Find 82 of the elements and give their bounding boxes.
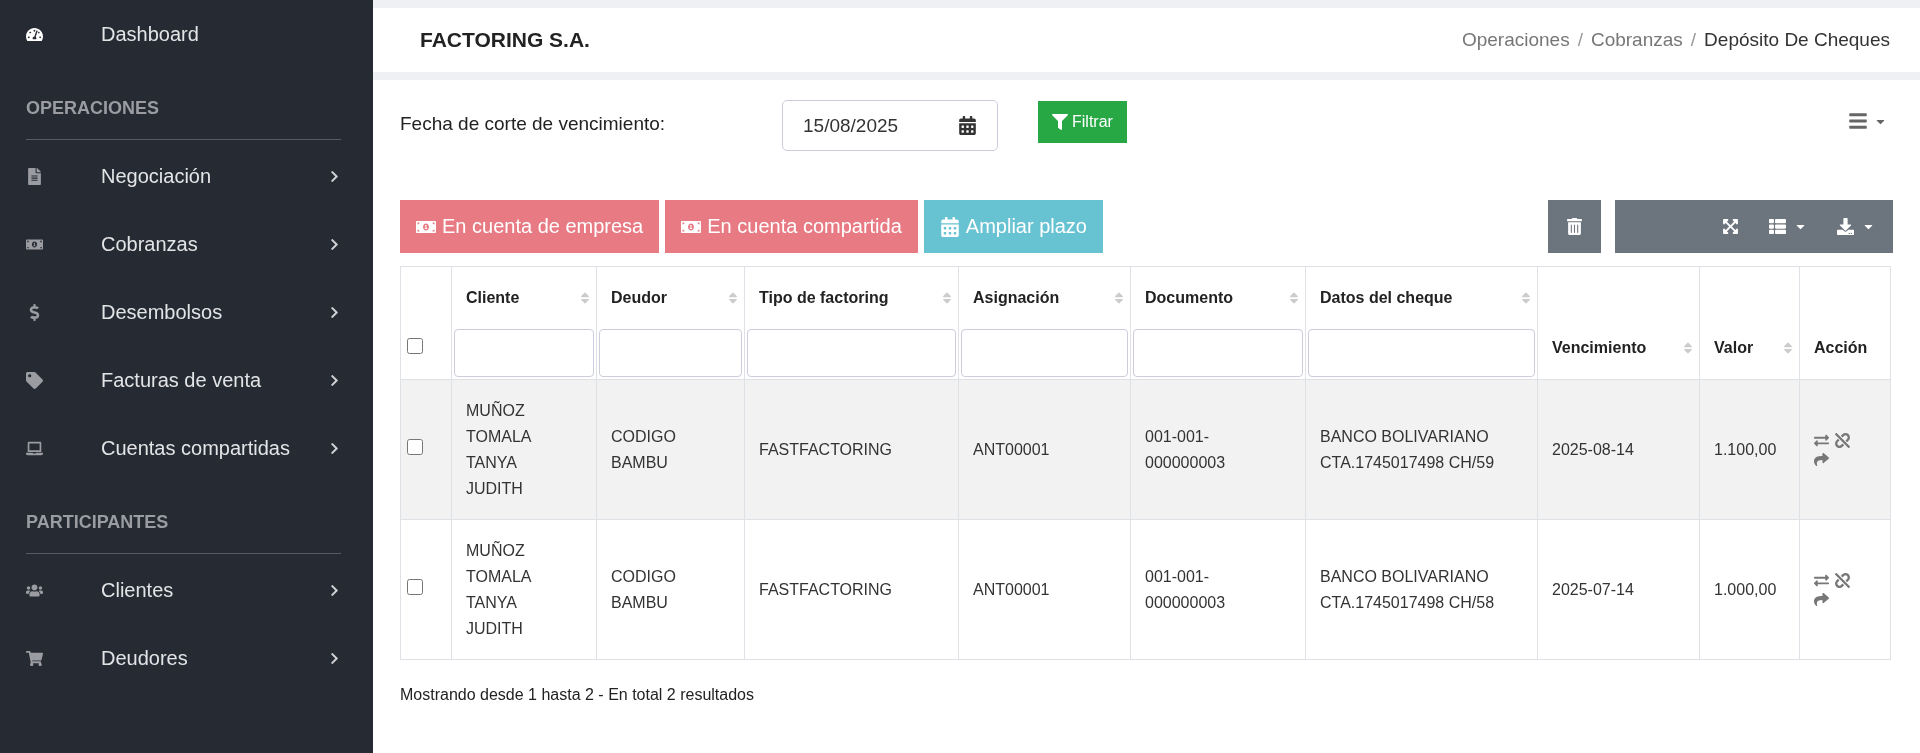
table-cell: ANT00001 bbox=[973, 440, 1050, 458]
chevron-right-icon bbox=[328, 583, 341, 597]
sidebar-item[interactable]: Dashboard bbox=[26, 0, 341, 68]
sidebar-item[interactable]: Deudores bbox=[26, 624, 341, 692]
trash-icon bbox=[1566, 218, 1583, 235]
chevron-right-icon bbox=[328, 441, 341, 455]
sort-icon bbox=[1112, 291, 1126, 305]
chevron-right-icon bbox=[328, 373, 341, 387]
chevron-right-icon bbox=[328, 237, 341, 251]
sort-icon bbox=[1681, 341, 1695, 355]
sidebar-item[interactable]: Facturas de venta bbox=[26, 346, 341, 414]
sort-icon bbox=[726, 291, 740, 305]
exchange-icon[interactable] bbox=[1814, 432, 1829, 448]
row-checkbox[interactable] bbox=[407, 438, 423, 455]
column-filter-field[interactable] bbox=[599, 329, 742, 377]
table-cell: 1.000,00 bbox=[1714, 580, 1777, 598]
table-cell: ANT00001 bbox=[973, 580, 1050, 598]
date-field[interactable]: 15/08/2025 bbox=[782, 100, 998, 151]
sidebar-section-title: OPERACIONES bbox=[26, 97, 161, 120]
table-cell: 2025-08-14 bbox=[1552, 440, 1634, 458]
table-cell: FASTFACTORING bbox=[759, 580, 893, 598]
share-arrow-icon[interactable] bbox=[1814, 451, 1829, 467]
table-cell: CODIGO BAMBU bbox=[611, 427, 676, 471]
calendar-icon bbox=[958, 116, 977, 135]
unlink-icon[interactable] bbox=[1835, 432, 1850, 448]
table-cell: 1.100,00 bbox=[1714, 440, 1777, 458]
table-cell: 2025-07-14 bbox=[1552, 580, 1634, 598]
table-cell: CODIGO BAMBU bbox=[611, 567, 676, 611]
table-cell: MUÑOZ TOMALA TANYA JUDITH bbox=[466, 401, 531, 497]
calendar-icon bbox=[939, 216, 960, 237]
list-icon bbox=[1769, 218, 1786, 235]
breadcrumb-link[interactable]: Cobranzas bbox=[1590, 29, 1683, 51]
unlink-icon[interactable] bbox=[1835, 572, 1850, 588]
sidebar-item[interactable]: Negociación bbox=[26, 142, 341, 210]
share-arrow-icon[interactable] bbox=[1814, 591, 1829, 607]
company-title: FACTORING S.A. bbox=[420, 28, 590, 52]
column-filter-field[interactable] bbox=[1308, 329, 1535, 377]
column-filter-field[interactable] bbox=[454, 329, 594, 377]
chevron-right-icon bbox=[328, 305, 341, 319]
column-filter-field[interactable] bbox=[747, 329, 956, 377]
download-icon bbox=[1837, 218, 1854, 235]
laptop-icon bbox=[26, 439, 43, 457]
sort-icon bbox=[578, 291, 592, 305]
column-filter-field[interactable] bbox=[1133, 329, 1303, 377]
file-icon bbox=[26, 167, 43, 185]
sort-icon bbox=[1287, 291, 1301, 305]
sidebar-item[interactable]: Desembolsos bbox=[26, 278, 341, 346]
exchange-icon[interactable] bbox=[1814, 572, 1829, 588]
row-checkbox[interactable] bbox=[407, 578, 423, 595]
breadcrumb-separator: / bbox=[1690, 29, 1697, 51]
gauge-icon bbox=[26, 25, 43, 43]
table-cell: FASTFACTORING bbox=[759, 440, 893, 458]
chevron-right-icon bbox=[328, 651, 341, 665]
breadcrumb-separator: / bbox=[1577, 29, 1583, 51]
chevron-right-icon bbox=[328, 169, 341, 183]
fullscreen-icon[interactable] bbox=[1722, 218, 1739, 235]
columns-dropdown[interactable] bbox=[1769, 218, 1807, 235]
sidebar-item[interactable]: Clientes bbox=[26, 556, 341, 624]
sort-icon bbox=[1519, 291, 1533, 305]
cart-icon bbox=[26, 649, 43, 667]
breadcrumb-link[interactable]: Operaciones bbox=[1461, 29, 1570, 51]
sidebar-section-title: PARTICIPANTES bbox=[26, 511, 170, 534]
column-header: Acción bbox=[1813, 338, 1869, 358]
sidebar-item[interactable]: Cobranzas bbox=[26, 210, 341, 278]
sort-icon bbox=[940, 291, 954, 305]
table-cell: MUÑOZ TOMALA TANYA JUDITH bbox=[466, 541, 531, 637]
breadcrumb-current: Depósito De Cheques bbox=[1704, 29, 1890, 51]
table-cell: BANCO BOLIVARIANO CTA.1745017498 CH/58 bbox=[1320, 567, 1495, 611]
download-dropdown[interactable] bbox=[1837, 218, 1875, 235]
table-cell: BANCO BOLIVARIANO CTA.1745017498 CH/59 bbox=[1320, 427, 1495, 471]
column-filter-field[interactable] bbox=[961, 329, 1128, 377]
filter-icon bbox=[1052, 114, 1068, 130]
table-cell: 001-001-000000003 bbox=[1145, 427, 1226, 471]
tag-icon bbox=[26, 371, 43, 389]
table-cell: 001-001-000000003 bbox=[1145, 567, 1226, 611]
sidebar-item[interactable]: Cuentas compartidas bbox=[26, 414, 341, 482]
delete-button[interactable] bbox=[1548, 200, 1601, 253]
select-all-checkbox[interactable] bbox=[407, 338, 423, 354]
results-summary: Mostrando desde 1 hasta 2 - En total 2 resultados bbox=[400, 686, 755, 704]
sort-icon bbox=[1781, 341, 1795, 355]
menu-icon bbox=[1848, 111, 1868, 131]
date-label: Fecha de corte de vencimiento: bbox=[400, 112, 667, 135]
